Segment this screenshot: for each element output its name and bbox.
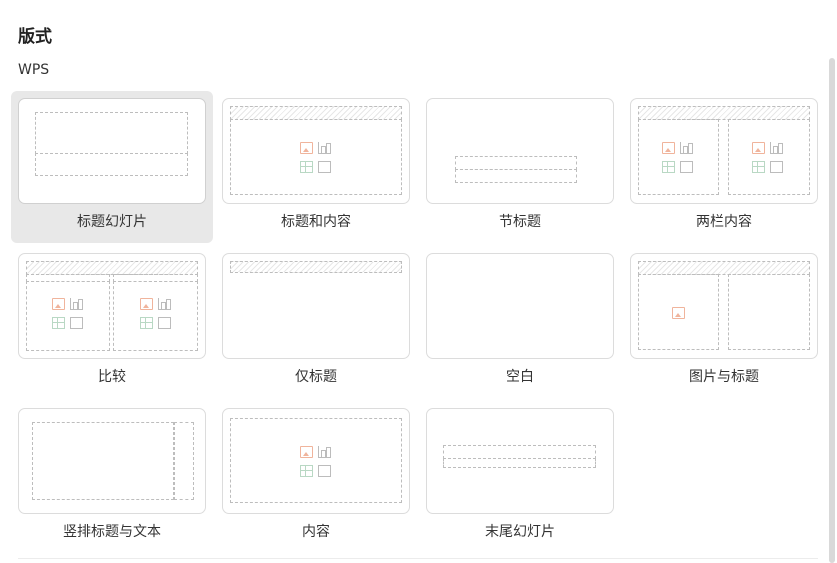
layout-label: 图片与标题	[689, 369, 759, 385]
shape-icon	[158, 317, 171, 329]
layout-title-slide[interactable]: 标题幻灯片	[11, 91, 213, 243]
vertical-scrollbar[interactable]	[829, 58, 835, 563]
layout-thumbnail	[222, 253, 410, 359]
layout-closing-slide[interactable]: 末尾幻灯片	[419, 401, 621, 553]
title-placeholder	[638, 106, 810, 120]
layout-label: 标题和内容	[281, 214, 351, 230]
layout-thumbnail	[630, 253, 818, 359]
layout-thumbnail	[426, 253, 614, 359]
layout-thumbnail	[426, 98, 614, 204]
layout-thumbnail	[18, 98, 206, 204]
layout-label: 比较	[98, 369, 126, 385]
layout-thumbnail	[630, 98, 818, 204]
layout-label: 竖排标题与文本	[63, 524, 161, 540]
title-placeholder	[455, 156, 577, 170]
layout-title-only[interactable]: 仅标题	[215, 246, 417, 398]
layout-title-and-content[interactable]: 标题和内容	[215, 91, 417, 243]
layout-picture-with-caption[interactable]: 图片与标题	[623, 246, 825, 398]
picture-icon	[140, 298, 153, 310]
layout-section-header[interactable]: 节标题	[419, 91, 621, 243]
text-placeholder	[728, 274, 810, 350]
shape-icon	[770, 161, 783, 173]
title-placeholder	[26, 261, 198, 275]
layout-label: 标题幻灯片	[77, 214, 147, 230]
content-icons	[52, 298, 84, 330]
vertical-title-placeholder	[174, 422, 194, 500]
picture-icon	[672, 307, 685, 319]
content-icons	[672, 307, 686, 321]
layout-thumbnail	[426, 408, 614, 514]
content-icons	[300, 142, 332, 174]
chart-icon	[70, 298, 83, 310]
layout-blank[interactable]: 空白	[419, 246, 621, 398]
content-icons	[752, 142, 784, 174]
title-placeholder	[35, 112, 188, 154]
layout-thumbnail	[18, 253, 206, 359]
subtitle-placeholder	[443, 458, 596, 468]
panel-title: 版式	[18, 27, 52, 47]
table-icon	[662, 161, 675, 173]
title-placeholder	[638, 261, 810, 275]
table-icon	[300, 161, 313, 173]
layout-label: 仅标题	[295, 369, 337, 385]
content-icons	[140, 298, 172, 330]
table-icon	[140, 317, 153, 329]
layout-label: 节标题	[499, 214, 541, 230]
layout-two-content[interactable]: 两栏内容	[623, 91, 825, 243]
chart-icon	[680, 142, 693, 154]
layout-thumbnail	[18, 408, 206, 514]
chart-icon	[158, 298, 171, 310]
chart-icon	[318, 142, 331, 154]
layout-vertical-title-and-text[interactable]: 竖排标题与文本	[11, 401, 213, 553]
text-placeholder	[455, 169, 577, 183]
title-placeholder	[230, 106, 402, 120]
title-placeholder	[230, 261, 402, 273]
content-icons	[662, 142, 694, 174]
content-icons	[300, 446, 332, 478]
layout-thumbnail	[222, 408, 410, 514]
layout-content[interactable]: 内容	[215, 401, 417, 553]
layout-label: 末尾幻灯片	[485, 524, 555, 540]
table-icon	[300, 465, 313, 477]
picture-icon	[752, 142, 765, 154]
picture-icon	[52, 298, 65, 310]
picture-icon	[300, 142, 313, 154]
shape-icon	[318, 465, 331, 477]
shape-icon	[70, 317, 83, 329]
table-icon	[752, 161, 765, 173]
shape-icon	[680, 161, 693, 173]
bottom-divider	[18, 558, 818, 559]
text-placeholder	[32, 422, 174, 500]
layout-label: 两栏内容	[696, 214, 752, 230]
chart-icon	[770, 142, 783, 154]
table-icon	[52, 317, 65, 329]
subtitle-placeholder	[35, 153, 188, 176]
layout-comparison[interactable]: 比较	[11, 246, 213, 398]
layout-label: 空白	[506, 369, 534, 385]
picture-icon	[300, 446, 313, 458]
layout-label: 内容	[302, 524, 330, 540]
layout-thumbnail	[222, 98, 410, 204]
layout-group-label: WPS	[18, 62, 50, 78]
shape-icon	[318, 161, 331, 173]
picture-icon	[662, 142, 675, 154]
title-placeholder	[443, 445, 596, 459]
chart-icon	[318, 446, 331, 458]
